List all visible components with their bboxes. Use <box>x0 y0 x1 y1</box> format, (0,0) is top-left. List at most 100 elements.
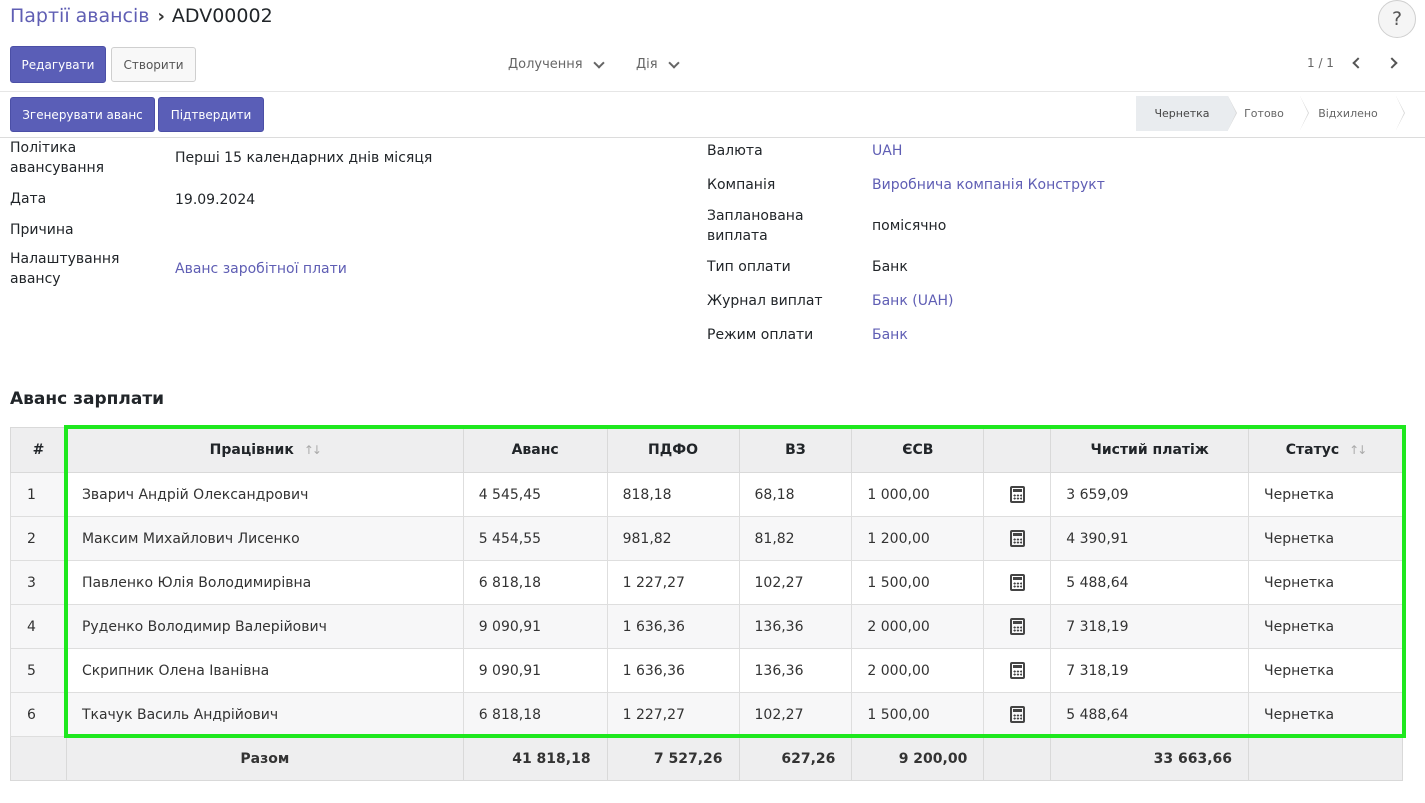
cell-employee[interactable]: Руденко Володимир Валерійович <box>65 604 464 649</box>
field-label-policy: Політика авансування <box>10 140 105 176</box>
calculator-icon[interactable] <box>1009 618 1025 635</box>
table-row[interactable]: 1 Зварич Андрій Олександрович 4 545,45 8… <box>10 472 1403 517</box>
action-label: Дія <box>636 57 658 72</box>
cell-calc[interactable] <box>983 648 1052 693</box>
table-row[interactable]: 6 Ткачук Василь Андрійович 6 818,18 1 22… <box>10 692 1403 737</box>
calculator-icon[interactable] <box>1009 574 1025 591</box>
sort-icon[interactable]: ↑↓ <box>1349 443 1367 457</box>
field-value-payment-type[interactable]: Банк <box>872 257 908 277</box>
cell-pdfo[interactable]: 1 227,27 <box>606 560 740 605</box>
cell-net[interactable]: 7 318,19 <box>1050 648 1250 693</box>
cell-vz[interactable]: 136,36 <box>738 648 853 693</box>
calculator-icon[interactable] <box>1009 486 1025 503</box>
cell-advance[interactable]: 6 818,18 <box>462 560 608 605</box>
cell-employee[interactable]: Зварич Андрій Олександрович <box>65 472 464 517</box>
cell-employee[interactable]: Павленко Юлія Володимирівна <box>65 560 464 605</box>
column-header-pdfo[interactable]: ПДФО <box>606 427 740 473</box>
stage-done[interactable]: Готово <box>1228 96 1309 131</box>
cell-calc[interactable] <box>983 560 1052 605</box>
cell-esv[interactable]: 1 500,00 <box>851 560 985 605</box>
cell-esv[interactable]: 2 000,00 <box>851 648 985 693</box>
cell-net[interactable]: 4 390,91 <box>1050 516 1250 561</box>
cell-status[interactable]: Чернетка <box>1248 692 1403 737</box>
calculator-icon[interactable] <box>1009 662 1025 679</box>
table-row[interactable]: 5 Скрипник Олена Іванівна 9 090,91 1 636… <box>10 648 1403 693</box>
cell-employee[interactable]: Скрипник Олена Іванівна <box>65 648 464 693</box>
field-value-scheduled-payment[interactable]: помісячно <box>872 216 946 236</box>
cell-employee[interactable]: Максим Михайлович Лисенко <box>65 516 464 561</box>
field-value-date[interactable]: 19.09.2024 <box>175 190 255 210</box>
cell-calc[interactable] <box>983 604 1052 649</box>
sort-icon[interactable]: ↑↓ <box>304 443 322 457</box>
cell-status[interactable]: Чернетка <box>1248 516 1403 561</box>
cell-status[interactable]: Чернетка <box>1248 648 1403 693</box>
cell-net[interactable]: 5 488,64 <box>1050 560 1250 605</box>
calculator-icon[interactable] <box>1009 706 1025 723</box>
field-value-payment-mode[interactable]: Банк <box>872 325 908 345</box>
cell-status[interactable]: Чернетка <box>1248 472 1403 517</box>
cell-vz[interactable]: 136,36 <box>738 604 853 649</box>
field-label-currency: Валюта <box>707 143 763 159</box>
action-dropdown[interactable]: Дія <box>636 56 680 72</box>
pager-previous-icon[interactable] <box>1349 56 1367 72</box>
cell-pdfo[interactable]: 1 227,27 <box>606 692 740 737</box>
cell-advance[interactable]: 4 545,45 <box>462 472 608 517</box>
stage-rejected[interactable]: Відхилено <box>1300 96 1405 131</box>
column-header-esv[interactable]: ЄСВ <box>851 427 985 473</box>
field-value-advance-settings[interactable]: Аванс заробітної плати <box>175 259 347 279</box>
cell-vz[interactable]: 102,27 <box>738 692 853 737</box>
cell-vz[interactable]: 102,27 <box>738 560 853 605</box>
cell-esv[interactable]: 1 500,00 <box>851 692 985 737</box>
help-button[interactable]: ? <box>1378 0 1416 38</box>
calculator-icon[interactable] <box>1009 530 1025 547</box>
cell-advance[interactable]: 5 454,55 <box>462 516 608 561</box>
confirm-button[interactable]: Підтвердити <box>158 97 264 132</box>
stage-draft[interactable]: Чернетка <box>1136 96 1237 131</box>
column-header-vz[interactable]: ВЗ <box>738 427 853 473</box>
cell-net[interactable]: 7 318,19 <box>1050 604 1250 649</box>
cell-pdfo[interactable]: 818,18 <box>606 472 740 517</box>
column-header-employee[interactable]: Працівник ↑↓ <box>65 427 464 473</box>
cell-vz[interactable]: 68,18 <box>738 472 853 517</box>
column-header-net[interactable]: Чистий платіж <box>1050 427 1250 473</box>
cell-advance[interactable]: 9 090,91 <box>462 648 608 693</box>
pager-value[interactable]: 1 / 1 <box>1307 56 1334 70</box>
field-value-currency[interactable]: UAH <box>872 141 902 161</box>
cell-esv[interactable]: 2 000,00 <box>851 604 985 649</box>
column-header-status[interactable]: Статус ↑↓ <box>1248 427 1403 473</box>
column-header-advance[interactable]: Аванс <box>462 427 608 473</box>
cell-calc[interactable] <box>983 692 1052 737</box>
cell-pdfo[interactable]: 1 636,36 <box>606 604 740 649</box>
cell-advance[interactable]: 9 090,91 <box>462 604 608 649</box>
cell-employee[interactable]: Ткачук Василь Андрійович <box>65 692 464 737</box>
cell-status[interactable]: Чернетка <box>1248 560 1403 605</box>
table-row[interactable]: 2 Максим Михайлович Лисенко 5 454,55 981… <box>10 516 1403 561</box>
cell-pdfo[interactable]: 981,82 <box>606 516 740 561</box>
cell-net[interactable]: 3 659,09 <box>1050 472 1250 517</box>
cell-esv[interactable]: 1 000,00 <box>851 472 985 517</box>
create-button[interactable]: Створити <box>111 47 196 82</box>
cell-advance[interactable]: 6 818,18 <box>462 692 608 737</box>
cell-vz[interactable]: 81,82 <box>738 516 853 561</box>
generate-advance-button[interactable]: Згенерувати аванс <box>10 97 155 132</box>
cell-calc[interactable] <box>983 516 1052 561</box>
field-value-company[interactable]: Виробнича компанія Конструкт <box>872 175 1105 195</box>
attachments-dropdown[interactable]: Долучення <box>508 56 605 72</box>
cell-net[interactable]: 5 488,64 <box>1050 692 1250 737</box>
field-label-payment-mode: Режим оплати <box>707 327 814 343</box>
row-number: 4 <box>10 604 67 649</box>
cell-calc[interactable] <box>983 472 1052 517</box>
field-value-policy[interactable]: Перші 15 календарних днів місяця <box>175 148 432 168</box>
total-pdfo: 7 527,26 <box>606 736 740 781</box>
breadcrumb-parent-link[interactable]: Партії авансів <box>10 5 150 27</box>
cell-pdfo[interactable]: 1 636,36 <box>606 648 740 693</box>
field-label-payment-journal: Журнал виплат <box>707 293 823 309</box>
table-row[interactable]: 4 Руденко Володимир Валерійович 9 090,91… <box>10 604 1403 649</box>
pager-next-icon[interactable] <box>1386 56 1404 72</box>
edit-button[interactable]: Редагувати <box>10 46 106 83</box>
cell-status[interactable]: Чернетка <box>1248 604 1403 649</box>
table-row[interactable]: 3 Павленко Юлія Володимирівна 6 818,18 1… <box>10 560 1403 605</box>
section-title: Аванс зарплати <box>10 389 165 409</box>
cell-esv[interactable]: 1 200,00 <box>851 516 985 561</box>
field-value-payment-journal[interactable]: Банк (UAH) <box>872 291 954 311</box>
